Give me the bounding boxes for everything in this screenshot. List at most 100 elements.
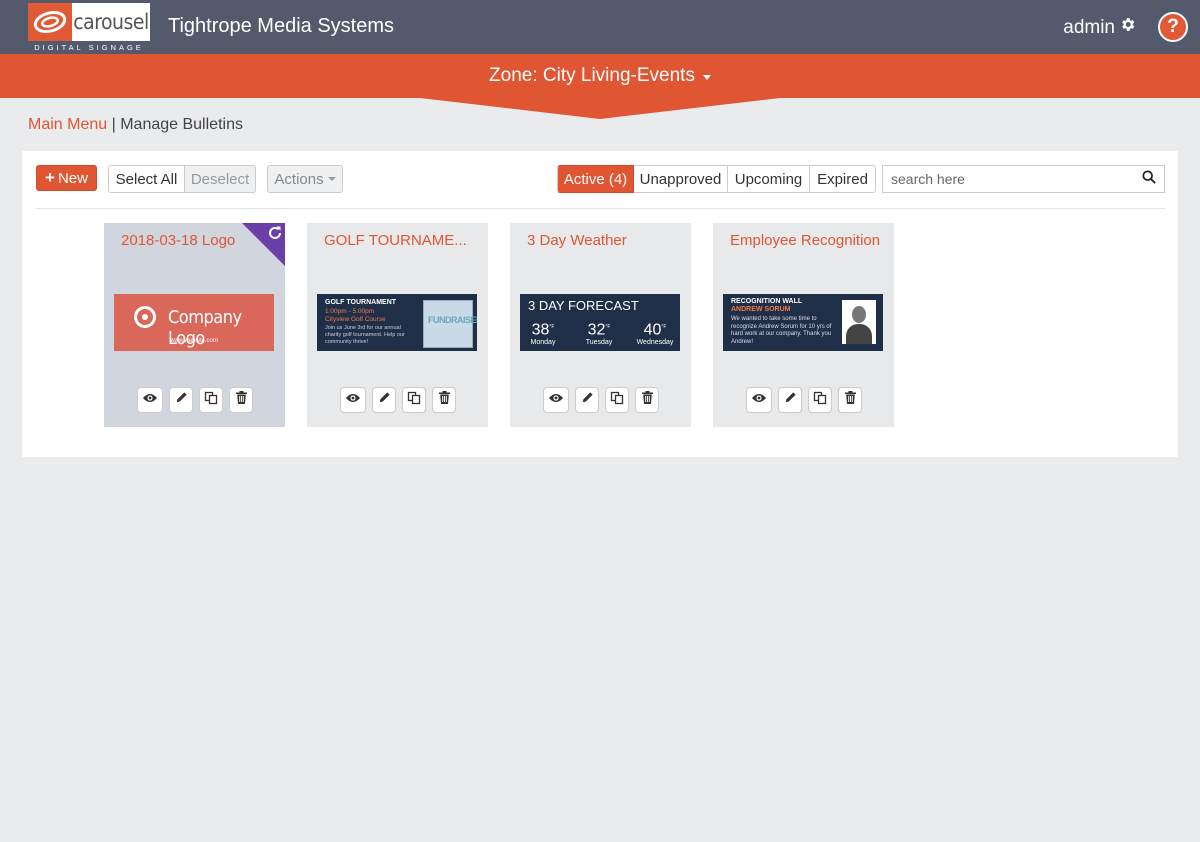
bulletin-title[interactable]: GOLF TOURNAME... [324,232,474,249]
logo-wordmark: carousel [72,3,150,41]
pencil-icon [175,391,188,409]
user-menu[interactable]: admin [1063,16,1136,39]
caret-down-icon [702,75,711,80]
company-name: Tightrope Media Systems [168,15,395,37]
edit-button[interactable] [778,387,802,413]
bulletin-thumbnail[interactable]: RECOGNITION WALL ANDREW SORUM We wanted … [723,294,883,351]
logo-ring-icon [134,306,156,328]
copy-icon [407,391,421,410]
gear-icon [1119,16,1136,39]
tab-active[interactable]: Active (4) [557,165,634,193]
edit-button[interactable] [575,387,599,413]
help-icon[interactable]: ? [1158,12,1188,42]
forecast-temp: 40 [643,321,662,339]
bulletin-card[interactable]: Employee Recognition RECOGNITION WALL AN… [713,223,894,427]
card-actions [340,387,456,413]
preview-button[interactable] [746,387,772,413]
preview-button[interactable] [137,387,163,413]
edit-button[interactable] [372,387,396,413]
delete-button[interactable] [229,387,253,413]
caret-down-icon [327,177,336,181]
eye-icon [345,391,361,409]
zone-tab-notch [420,98,780,119]
bulletins-panel: + New Select All Deselect Actions Active… [22,151,1178,457]
forecast-day-label: Tuesday [585,339,613,347]
user-name: admin [1063,16,1115,38]
card-actions [137,387,253,413]
selection-group: Select All Deselect [108,165,256,193]
toolbar-divider [36,208,1165,209]
zone-title: Zone: City Living-Events [489,65,695,86]
pencil-icon [784,391,797,409]
bulletin-title[interactable]: 3 Day Weather [527,232,677,249]
deselect-button[interactable]: Deselect [185,165,256,193]
thumb-body: Join us June 3rd for our annual charity … [325,325,405,345]
new-button[interactable]: + New [36,165,97,191]
breadcrumb: Main Menu | Manage Bulletins [28,116,243,134]
top-bar: carousel DIGITAL SIGNAGE Tightrope Media… [0,0,1200,54]
forecast-day: 38°F Monday [520,318,566,346]
bulletin-thumbnail[interactable]: Company Logo www.website.com [114,294,274,351]
bulletin-card[interactable]: 3 Day Weather 3 DAY FORECAST 38°F Monday… [510,223,691,427]
carousel-swirl-icon [28,3,72,41]
tab-upcoming[interactable]: Upcoming [728,165,810,193]
trash-icon [844,391,856,409]
forecast-temp: 38 [531,321,550,339]
forecast-day-label: Wednesday [636,339,674,347]
delete-button[interactable] [432,387,456,413]
delete-button[interactable] [635,387,659,413]
edit-button[interactable] [169,387,193,413]
bulletin-title[interactable]: Employee Recognition [730,232,880,249]
bulletin-card[interactable]: 2018-03-18 Logo Company Logo www.website… [104,223,285,427]
copy-button[interactable] [199,387,223,413]
bulletin-card[interactable]: GOLF TOURNAME... GOLF TOURNAMENT 1:00pm … [307,223,488,427]
actions-label: Actions [274,170,324,188]
thumb-place: Cityview Golf Course [325,316,386,323]
logo-subtitle: DIGITAL SIGNAGE [34,43,144,52]
forecast-unit: °F [661,324,667,330]
bulletin-thumbnail[interactable]: GOLF TOURNAMENT 1:00pm - 5:00pm Cityview… [317,294,477,351]
card-actions [746,387,862,413]
search-input[interactable] [891,171,1142,187]
delete-button[interactable] [838,387,862,413]
zone-selector[interactable]: Zone: City Living-Events [0,54,1200,98]
breadcrumb-current: Manage Bulletins [120,116,243,133]
carousel-logo[interactable]: carousel DIGITAL SIGNAGE [28,3,150,52]
copy-button[interactable] [402,387,426,413]
tab-unapproved[interactable]: Unapproved [634,165,728,193]
eye-icon [751,391,767,409]
copy-icon [813,391,827,410]
employee-photo [842,300,876,344]
select-all-button[interactable]: Select All [108,165,185,193]
refresh-icon [267,225,283,246]
plus-icon: + [45,168,55,187]
search-icon[interactable] [1142,169,1156,189]
preview-button[interactable] [340,387,366,413]
tab-expired[interactable]: Expired [810,165,876,193]
thumb-heading: GOLF TOURNAMENT [325,299,397,306]
copy-button[interactable] [605,387,629,413]
thumb-website: www.website.com [170,338,218,344]
thumb-subheading: 1:00pm - 5:00pm Cityview Golf Course [325,308,386,324]
filter-tabs: Active (4) Unapproved Upcoming Expired [557,165,876,193]
preview-button[interactable] [543,387,569,413]
forecast-unit: °F [605,324,611,330]
eye-icon [548,391,564,409]
forecast-day: 32°F Tuesday [576,318,622,346]
forecast-temp: 32 [587,321,606,339]
thumb-heart-text: FUNDRAISER [428,315,477,325]
copy-icon [204,391,218,410]
thumb-heading: 3 DAY FORECAST [528,298,639,313]
trash-icon [235,391,247,409]
bulletin-thumbnail[interactable]: 3 DAY FORECAST 38°F Monday 32°F Tuesday … [520,294,680,351]
breadcrumb-separator: | [111,116,116,133]
actions-dropdown[interactable]: Actions [267,165,343,193]
forecast-day-label: Monday [530,339,556,347]
forecast-day: 40°F Wednesday [632,318,678,346]
thumb-time: 1:00pm - 5:00pm [325,308,375,315]
search-box [882,165,1165,193]
breadcrumb-main-menu[interactable]: Main Menu [28,116,107,133]
pencil-icon [581,391,594,409]
copy-icon [610,391,624,410]
copy-button[interactable] [808,387,832,413]
